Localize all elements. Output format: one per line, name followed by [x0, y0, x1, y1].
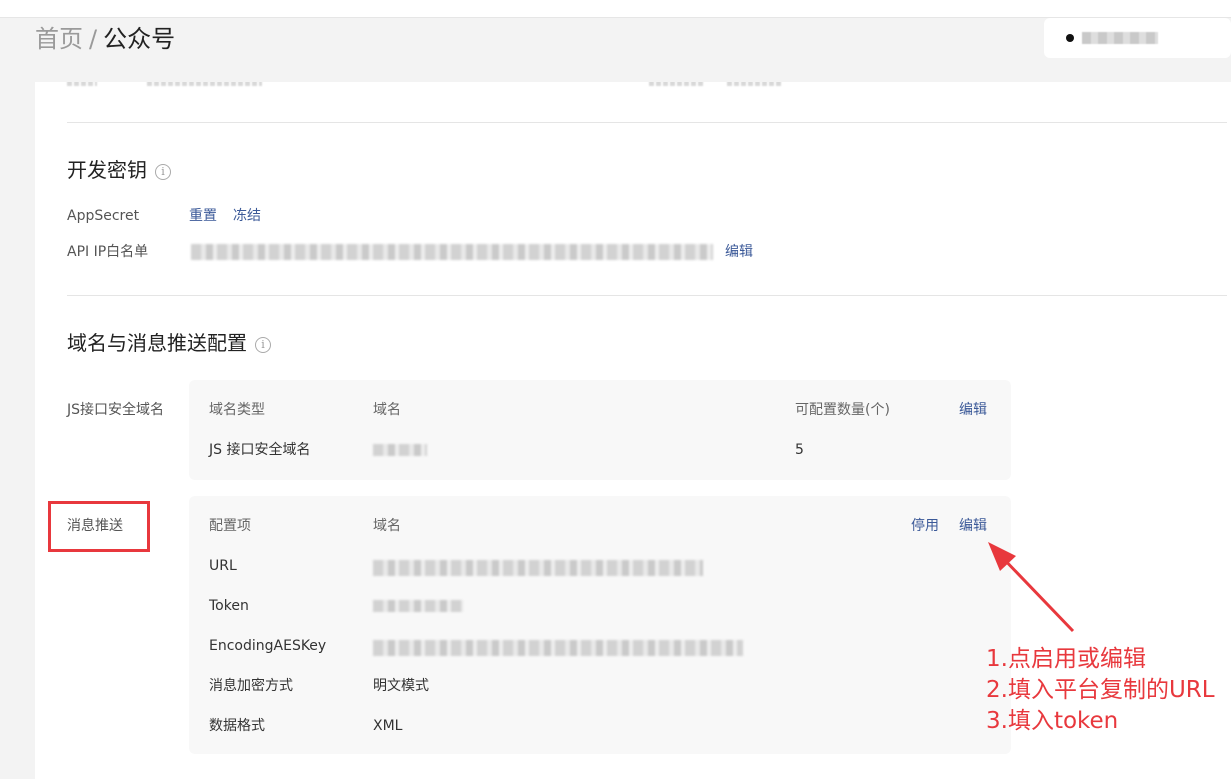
push-row-format-value: XML	[373, 718, 403, 734]
info-icon[interactable]: i	[255, 337, 271, 353]
message-push-label: 消息推送	[67, 518, 123, 534]
col-header-item: 配置项	[209, 518, 251, 534]
edit-push-button[interactable]: 编辑	[959, 516, 987, 536]
message-push-panel: 配置项 域名 停用 编辑 URL Token EncodingAESKey 消息…	[189, 496, 1011, 754]
edit-js-domain-button[interactable]: 编辑	[959, 400, 987, 420]
js-domain-type: JS 接口安全域名	[209, 442, 311, 458]
push-url-value-redacted	[373, 560, 703, 576]
account-menu[interactable]	[1044, 18, 1231, 58]
dev-key-title: 开发密钥 i	[67, 157, 171, 183]
ip-whitelist-label: API IP白名单	[67, 244, 149, 260]
domain-config-title-text: 域名与消息推送配置	[67, 331, 247, 355]
annotation-note: 1.点启用或编辑 2.填入平台复制的URL 3.填入token	[986, 646, 1215, 734]
avatar	[1066, 34, 1074, 42]
js-domain-count: 5	[795, 442, 804, 458]
push-aeskey-value-redacted	[373, 640, 743, 656]
breadcrumb-current: 公众号	[103, 25, 176, 53]
js-domain-label: JS接口安全域名	[67, 402, 165, 418]
top-bar	[0, 0, 1231, 18]
reset-appsecret-button[interactable]: 重置	[189, 206, 217, 226]
info-icon[interactable]: i	[155, 164, 171, 180]
push-row-aeskey-key: EncodingAESKey	[209, 638, 327, 654]
push-row-encryption-value: 明文模式	[373, 678, 429, 694]
col-header-domain: 域名	[373, 518, 401, 534]
divider	[67, 122, 1227, 123]
appsecret-label: AppSecret	[67, 208, 140, 224]
page-header: 首页 / 公众号	[0, 18, 1231, 82]
cut-off-info-row	[67, 82, 967, 88]
divider	[67, 295, 1227, 296]
freeze-appsecret-button[interactable]: 冻结	[233, 206, 261, 226]
domain-config-title: 域名与消息推送配置 i	[67, 330, 271, 356]
ip-whitelist-value-redacted	[191, 244, 713, 260]
push-row-format-key: 数据格式	[209, 718, 265, 734]
account-name-redacted	[1082, 32, 1158, 44]
breadcrumb: 首页 / 公众号	[35, 24, 175, 54]
col-header-domain: 域名	[373, 402, 401, 418]
breadcrumb-home[interactable]: 首页	[35, 25, 83, 53]
breadcrumb-separator: /	[89, 25, 98, 53]
push-row-encryption-key: 消息加密方式	[209, 678, 293, 694]
disable-push-button[interactable]: 停用	[911, 516, 939, 536]
js-domain-value-redacted	[373, 444, 427, 456]
col-header-count: 可配置数量(个)	[795, 402, 890, 418]
dev-key-title-text: 开发密钥	[67, 158, 147, 182]
push-token-value-redacted	[373, 600, 463, 612]
js-domain-panel: 域名类型 域名 可配置数量(个) 编辑 JS 接口安全域名 5	[189, 380, 1011, 480]
push-row-url-key: URL	[209, 558, 237, 574]
edit-ip-whitelist-button[interactable]: 编辑	[725, 242, 753, 262]
col-header-type: 域名类型	[209, 402, 265, 418]
push-row-token-key: Token	[209, 598, 249, 614]
